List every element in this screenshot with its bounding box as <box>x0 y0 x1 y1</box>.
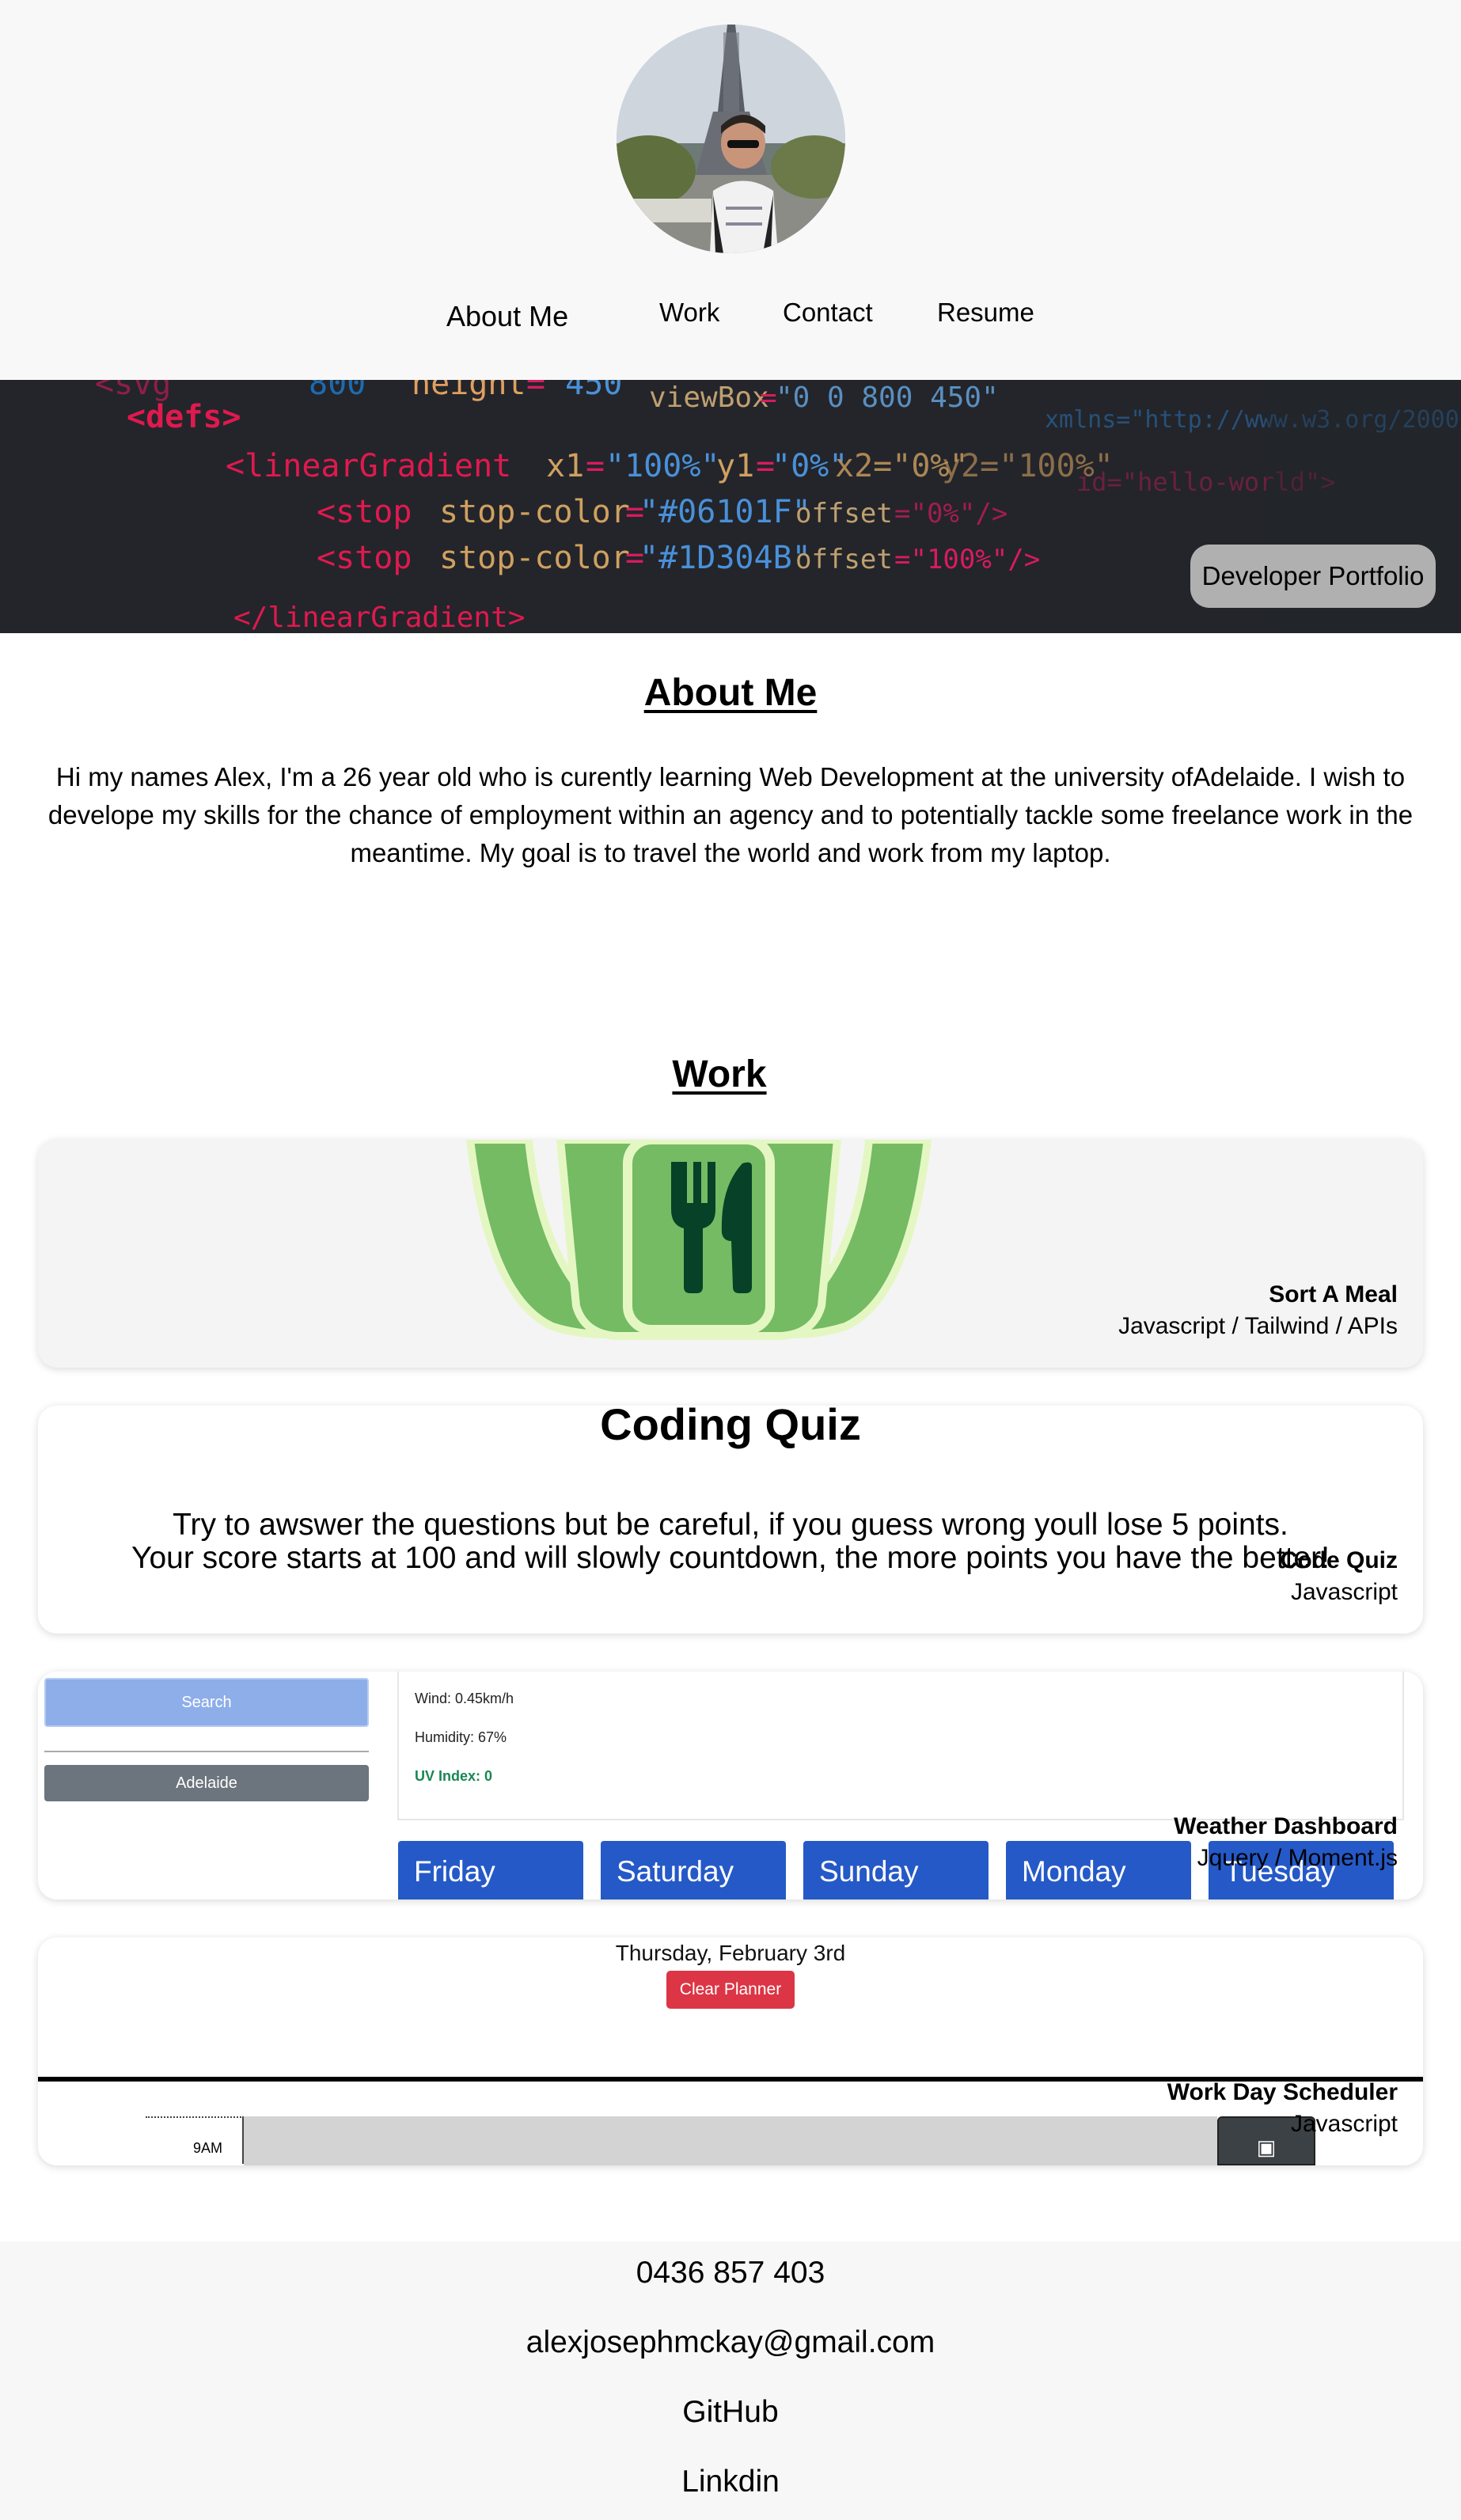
svg-text:="0%"/>: ="0%"/> <box>894 498 1008 529</box>
about-text: Hi my names Alex, I'm a 26 year old who … <box>47 762 1414 867</box>
svg-text:<stop: <stop <box>317 540 412 576</box>
contact-phone-link[interactable]: 0436 857 403 <box>0 2256 1461 2290</box>
svg-text:"450": "450" <box>546 380 641 402</box>
svg-text:</linearGradient>: </linearGradient> <box>233 602 525 633</box>
scheduler-hour-label: 9AM <box>193 2140 223 2156</box>
svg-text:<defs>: <defs> <box>127 399 241 435</box>
svg-text:=: = <box>526 380 545 402</box>
project-card-sort-a-meal[interactable]: Sort A Meal Javascript / Tailwind / APIs <box>38 1140 1423 1368</box>
contact-github-link[interactable]: GitHub <box>0 2395 1461 2430</box>
weather-humidity: Humidity: 67% <box>415 1729 507 1745</box>
project-stack: Jquery / Moment.js <box>1197 1845 1398 1871</box>
work-title: Work <box>672 1053 767 1095</box>
forecast-day: Sunday <box>803 1841 989 1899</box>
weather-city-button: Adelaide <box>44 1765 369 1801</box>
developer-portfolio-badge: Developer Portfolio <box>1190 545 1436 608</box>
profile-photo <box>617 25 845 253</box>
nav-work[interactable]: Work <box>659 298 719 328</box>
scheduler-date: Thursday, February 3rd <box>615 1941 846 1965</box>
project-caption: Sort A Meal Javascript / Tailwind / APIs <box>1118 1279 1398 1342</box>
svg-text:"#1D304B": "#1D304B" <box>639 540 811 576</box>
svg-text:"0 0 800 450": "0 0 800 450" <box>776 381 999 414</box>
weather-current-panel: Wind: 0.45km/h Humidity: 67% UV Index: 0 <box>397 1672 1404 1820</box>
svg-text:="100%"/>: ="100%"/> <box>894 544 1040 575</box>
project-title: Weather Dashboard <box>1174 1813 1398 1839</box>
svg-text:stop-color: stop-color <box>439 494 630 530</box>
project-stack: Javascript / Tailwind / APIs <box>1118 1313 1398 1339</box>
svg-text:<stop: <stop <box>317 494 412 530</box>
svg-text:=: = <box>586 448 605 484</box>
site-header: About Me Work Contact Resume <box>0 0 1461 380</box>
weather-search-button: Search <box>44 1678 369 1727</box>
weather-uv-index: UV Index: 0 <box>415 1768 493 1784</box>
about-title: About Me <box>643 672 818 714</box>
project-card-weather-dashboard[interactable]: Search Adelaide Wind: 0.45km/h Humidity:… <box>38 1672 1423 1899</box>
forecast-day: Friday <box>398 1841 583 1899</box>
svg-text:800: 800 <box>309 380 366 402</box>
weather-divider <box>44 1751 369 1752</box>
contact-linkedin-link[interactable]: Linkdin <box>0 2465 1461 2499</box>
scheduler-clear-button: Clear Planner <box>666 1971 795 2009</box>
profile-photo-image <box>617 25 845 253</box>
project-caption: Code Quiz Javascript <box>1281 1545 1398 1608</box>
forecast-day: Monday <box>1006 1841 1191 1899</box>
svg-text:stop-color: stop-color <box>439 540 630 576</box>
quiz-preview-line-1: Try to awswer the questions but be caref… <box>173 1508 1288 1542</box>
contact-footer: 0436 857 403 alexjosephmckay@gmail.com G… <box>0 2241 1461 2520</box>
project-title: Sort A Meal <box>1269 1281 1398 1307</box>
weather-wind: Wind: 0.45km/h <box>415 1691 514 1706</box>
nav-contact[interactable]: Contact <box>783 298 873 328</box>
scheduler-task-field <box>244 2116 1217 2165</box>
project-caption: Work Day Scheduler Javascript <box>1167 2077 1398 2140</box>
project-card-work-day-scheduler[interactable]: Thursday, February 3rd Clear Planner 9AM… <box>38 1937 1423 2165</box>
forecast-day: Saturday <box>601 1841 786 1899</box>
project-card-code-quiz[interactable]: Coding Quiz Try to awswer the questions … <box>38 1406 1423 1634</box>
quiz-preview-heading: Coding Quiz <box>600 1406 861 1449</box>
project-title: Code Quiz <box>1280 1547 1398 1573</box>
svg-text:y1: y1 <box>716 448 754 484</box>
svg-text:x1: x1 <box>546 448 584 484</box>
nav-resume[interactable]: Resume <box>937 298 1034 328</box>
project-caption: Weather Dashboard Jquery / Moment.js <box>1174 1811 1398 1874</box>
main-nav: About Me Work Contact Resume <box>0 298 1461 337</box>
svg-text:offset: offset <box>795 498 893 529</box>
project-stack: Javascript <box>1290 2111 1398 2137</box>
quiz-preview-text: Try to awswer the questions but be caref… <box>38 1509 1423 1575</box>
svg-text:=: = <box>760 381 777 414</box>
quiz-preview-line-2: Your score starts at 100 and will slowly… <box>131 1541 1330 1575</box>
svg-text:"100%": "100%" <box>605 448 720 484</box>
project-title: Work Day Scheduler <box>1167 2079 1398 2105</box>
scheduler-hour-cell: 9AM <box>146 2116 244 2164</box>
project-stack: Javascript <box>1290 1579 1398 1605</box>
svg-text:height: height <box>412 380 526 402</box>
contact-email-link[interactable]: alexjosephmckay@gmail.com <box>0 2325 1461 2360</box>
svg-text:"#06101F": "#06101F" <box>639 494 811 530</box>
svg-text:<linearGradient: <linearGradient <box>226 448 511 484</box>
nav-about-me[interactable]: About Me <box>446 300 568 333</box>
svg-text:viewBox: viewBox <box>649 381 769 414</box>
svg-text:offset: offset <box>795 544 893 575</box>
